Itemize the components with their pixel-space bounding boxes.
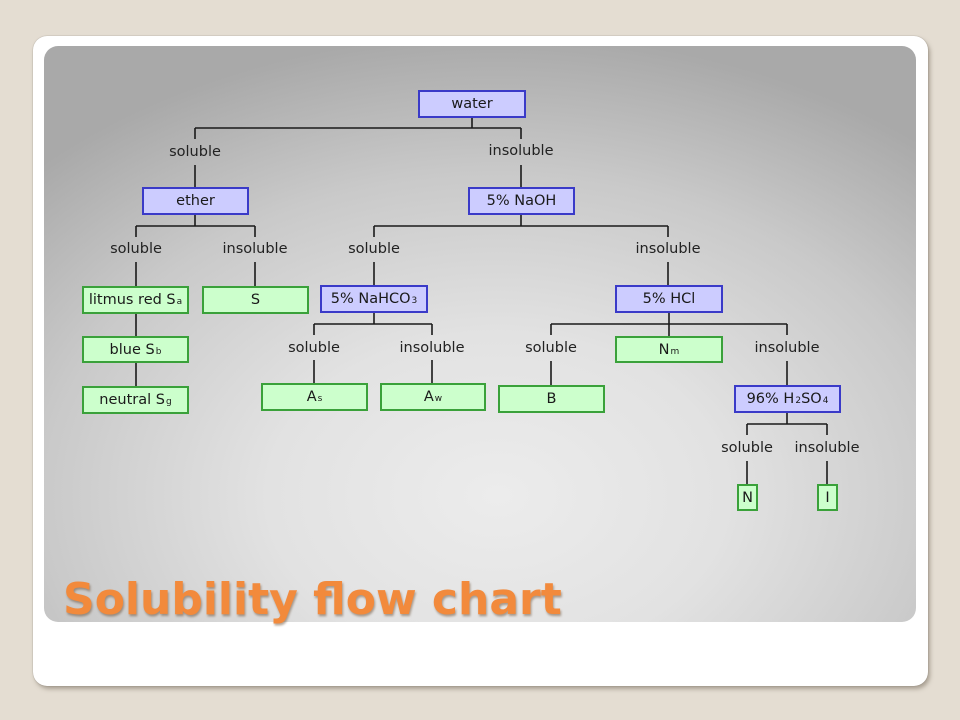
node-naoh: 5% NaOH: [468, 187, 575, 215]
node-litmus-red: litmus red Sa: [82, 286, 189, 314]
node-neutral: neutral Sg: [82, 386, 189, 414]
node-label: 5% NaHCO: [330, 291, 411, 307]
edge-label-hcl-soluble: soluble: [525, 340, 577, 356]
edge-label-hcl-insoluble: insoluble: [754, 340, 820, 356]
node-label: SO: [801, 391, 822, 407]
node-n: N: [737, 484, 758, 511]
node-label: 96% H: [746, 391, 795, 407]
node-h2so4: 96% H 2 SO 4: [734, 385, 841, 413]
node-label: water: [451, 96, 493, 112]
node-label: N: [742, 489, 753, 506]
edge-label-water-insoluble: insoluble: [488, 143, 554, 159]
node-subscript: s: [317, 394, 323, 404]
edge-label-water-soluble: soluble: [169, 144, 221, 160]
node-nahco3: 5% NaHCO 3: [320, 285, 428, 313]
node-label: A: [306, 389, 317, 405]
node-subscript: 4: [822, 396, 829, 406]
node-label: blue S: [109, 341, 155, 358]
node-b: B: [498, 385, 605, 413]
node-nm: Nm: [615, 336, 723, 363]
edge-label-h2so4-soluble: soluble: [721, 440, 773, 456]
node-label: N: [658, 341, 670, 358]
node-subscript: 2: [795, 396, 802, 406]
node-subscript: b: [155, 346, 162, 357]
slide-title: Solubility flow chart: [63, 574, 562, 625]
edge-label-ether-insoluble: insoluble: [222, 241, 288, 257]
node-label: B: [546, 391, 557, 407]
node-label: ether: [176, 193, 215, 209]
node-subscript: a: [176, 297, 183, 307]
node-label: neutral S: [99, 392, 165, 408]
node-s: S: [202, 286, 309, 314]
node-label: 5% HCl: [642, 291, 696, 307]
node-ether: ether: [142, 187, 249, 215]
node-label: S: [250, 292, 261, 308]
node-subscript: 3: [411, 296, 418, 306]
node-subscript: g: [165, 397, 172, 407]
edge-label-nahco3-soluble: soluble: [288, 340, 340, 356]
node-blue: blue Sb: [82, 336, 189, 363]
edge-label-naoh-insoluble: insoluble: [635, 241, 701, 257]
edge-label-ether-soluble: soluble: [110, 241, 162, 257]
node-subscript: m: [670, 346, 680, 357]
node-water: water: [418, 90, 526, 118]
node-hcl: 5% HCl: [615, 285, 723, 313]
edge-label-nahco3-insoluble: insoluble: [399, 340, 465, 356]
node-aw: Aw: [380, 383, 486, 411]
node-i: I: [817, 484, 838, 511]
node-label: 5% NaOH: [486, 193, 557, 209]
node-label: litmus red S: [88, 292, 176, 308]
node-label: I: [825, 489, 830, 506]
node-subscript: w: [434, 394, 443, 404]
node-as: As: [261, 383, 368, 411]
edge-label-h2so4-insoluble: insoluble: [794, 440, 860, 456]
edge-label-naoh-soluble: soluble: [348, 241, 400, 257]
node-label: A: [423, 389, 434, 405]
